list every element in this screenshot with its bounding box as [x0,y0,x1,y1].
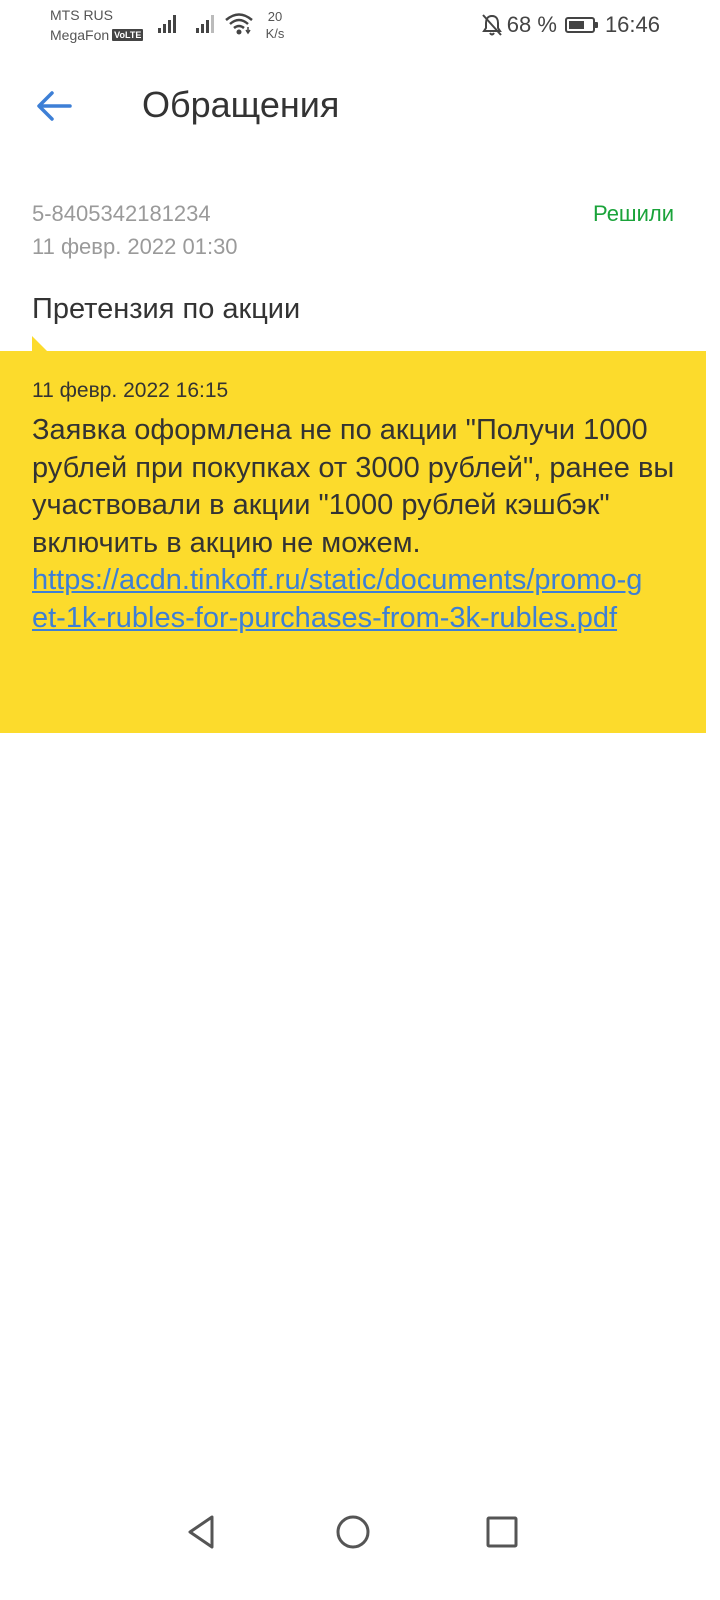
nav-home-button[interactable] [323,1502,383,1562]
signal-1-icon [158,15,176,33]
ticket-status: Решили [592,201,674,226]
carrier-info: MTS RUS MegaFon VoLTE [50,5,144,45]
carrier-2: MegaFon [50,27,110,43]
status-right: 68 % 16:46 [481,10,660,40]
message-link[interactable]: https://acdn.tinkoff.ru/static/documents… [32,562,657,637]
battery-level [568,21,584,29]
nav-back-button[interactable] [172,1502,232,1562]
ticket-id: 5-8405342181234 [32,201,211,226]
recents-square-icon [486,1516,518,1548]
carrier-1: MTS RUS [50,7,113,23]
back-button[interactable] [28,80,80,132]
network-speed-value: 20 [267,9,283,24]
clock: 16:46 [604,12,660,37]
battery-percent: 68 % [506,12,557,37]
ticket-subject: Претензия по акции [32,293,301,325]
network-speed: 20 K/s [262,8,288,42]
arrow-left-icon [37,91,72,121]
status-bar: MTS RUS MegaFon VoLTE 20 K/s 68 % 16:46 [0,0,720,50]
system-nav-bar [0,1490,720,1570]
network-speed-unit: K/s [265,26,285,41]
carrier-2-row: MegaFon VoLTE [50,25,144,45]
home-circle-icon [336,1515,370,1549]
signal-2-icon [196,15,214,33]
page-title: Обращения [142,84,340,125]
nav-recents-button[interactable] [472,1502,532,1562]
message-text: Заявка оформлена не по акции "Получи 100… [32,414,675,559]
app-header: Обращения [0,60,720,150]
bell-muted-icon [481,14,502,36]
ticket-date: 11 февр. 2022 01:30 [32,234,238,259]
bubble-tail [32,336,48,352]
volte-badge: VoLTE [112,29,144,41]
message-bubble: 11 февр. 2022 16:15 Заявка оформлена не … [0,351,706,733]
back-triangle-icon [188,1515,214,1549]
battery-icon [564,17,598,33]
message-date: 11 февр. 2022 16:15 [32,379,229,402]
wifi-icon [225,13,253,35]
